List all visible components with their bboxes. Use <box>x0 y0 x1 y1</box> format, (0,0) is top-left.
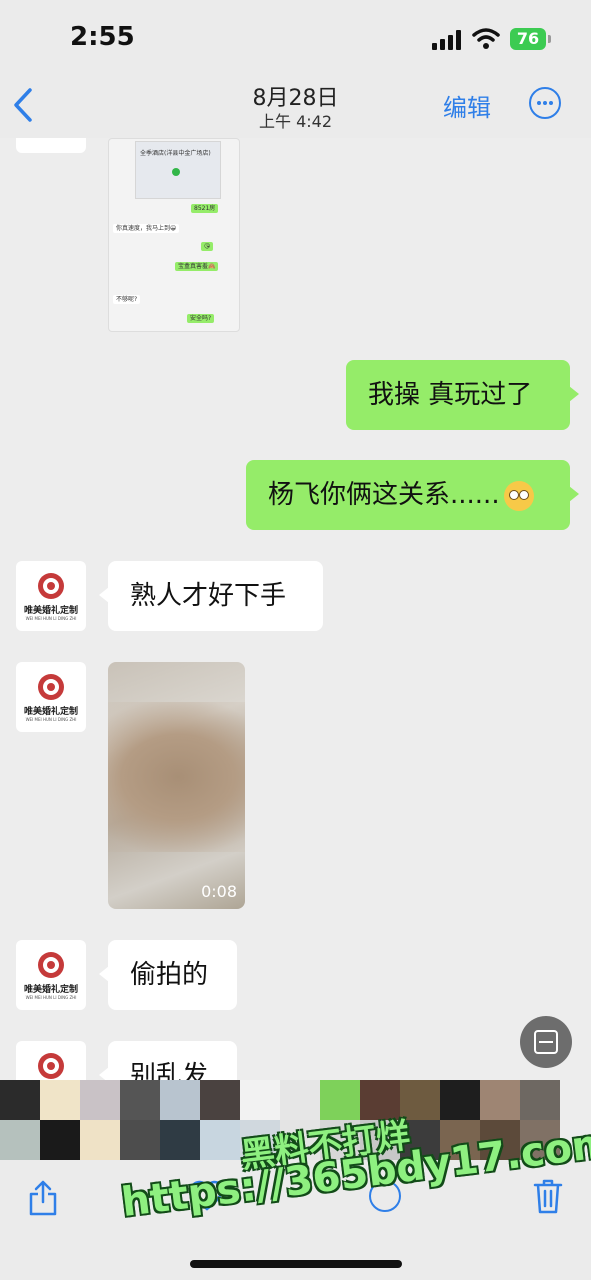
edit-button[interactable]: 编辑 <box>443 88 491 123</box>
brand-logo-icon <box>38 952 64 978</box>
more-options-button[interactable] <box>529 87 561 119</box>
map-thumbnail: 全季酒店(洋县中金广场店) <box>135 141 221 199</box>
video-message[interactable]: 0:08 <box>108 662 245 909</box>
avatar[interactable]: 唯美婚礼定制 WEI MEI HUN LI DING ZHI <box>16 561 86 631</box>
flushed-face-icon <box>503 480 534 511</box>
avatar[interactable]: 唯美婚礼定制 <box>16 1041 86 1080</box>
chat-screenshot-image[interactable]: 全季酒店(洋县中金广场店) 8521房 你真速度，我马上到😀 😘 宝盒真害羞🙈 … <box>108 138 240 332</box>
status-time: 2:55 <box>70 22 135 52</box>
brand-logo-icon <box>38 1053 64 1079</box>
message-bubble-outgoing[interactable]: 杨飞你俩这关系...... <box>246 460 579 530</box>
avatar[interactable]: 唯美婚礼定制 WEI MEI HUN LI DING ZHI <box>16 662 86 732</box>
home-indicator <box>190 1260 402 1268</box>
brand-logo-icon <box>38 573 64 599</box>
video-duration: 0:08 <box>201 882 237 901</box>
battery-icon: 76 <box>510 28 551 50</box>
location-pin-icon <box>172 168 180 176</box>
message-bubble-outgoing[interactable]: 我操 真玩过了 <box>346 360 579 430</box>
trash-icon[interactable] <box>533 1178 563 1214</box>
avatar <box>16 138 86 153</box>
live-text-icon <box>534 1030 558 1054</box>
message-bubble-incoming[interactable]: 熟人才好下手 <box>99 561 323 631</box>
chat-area[interactable]: 全季酒店(洋县中金广场店) 8521房 你真速度，我马上到😀 😘 宝盒真害羞🙈 … <box>0 138 591 1080</box>
live-text-button[interactable] <box>520 1016 572 1068</box>
cellular-signal-icon <box>432 30 464 50</box>
wifi-icon <box>472 28 500 49</box>
share-icon[interactable] <box>28 1180 58 1216</box>
top-bar: 2:55 76 8月28日 上午 4:42 编辑 <box>0 0 591 138</box>
avatar[interactable]: 唯美婚礼定制 WEI MEI HUN LI DING ZHI <box>16 940 86 1010</box>
message-bubble-incoming[interactable]: 偷拍的 <box>99 940 237 1010</box>
nav-time: 上午 4:42 <box>258 112 333 131</box>
brand-logo-icon <box>38 674 64 700</box>
message-bubble-incoming[interactable]: 别乱发 <box>99 1041 237 1080</box>
blurred-content <box>108 702 245 852</box>
